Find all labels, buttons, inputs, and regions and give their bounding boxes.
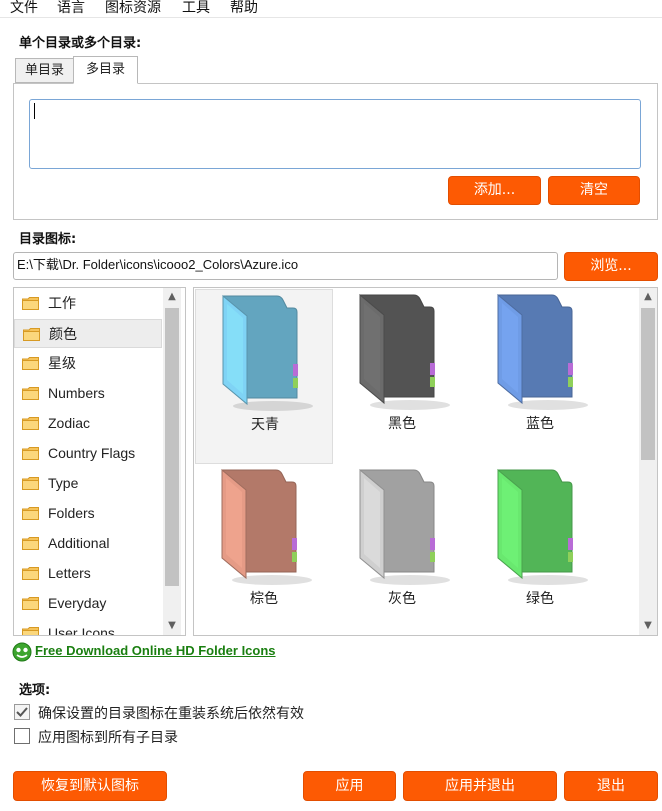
category-item[interactable]: 颜色 bbox=[14, 319, 162, 348]
scroll-down-icon[interactable]: ▼ bbox=[163, 617, 181, 635]
icon-label: 黑色 bbox=[388, 416, 416, 432]
category-label: Type bbox=[48, 475, 79, 491]
add-button[interactable]: 添加... bbox=[448, 176, 541, 205]
category-item[interactable]: Numbers bbox=[14, 379, 162, 408]
folder-icon bbox=[359, 468, 450, 585]
folder-icon bbox=[22, 357, 39, 370]
clear-button[interactable]: 清空 bbox=[548, 176, 640, 205]
folder-icon bbox=[22, 567, 39, 580]
persist-icon-label: 确保设置的目录图标在重装系统后依然有效 bbox=[38, 706, 304, 722]
options-label: 选项: bbox=[19, 683, 51, 698]
checkmark-icon bbox=[16, 707, 28, 717]
category-label: 颜色 bbox=[49, 326, 77, 342]
category-label: Additional bbox=[48, 535, 110, 551]
download-link-row[interactable]: Free Download Online HD Folder Icons bbox=[12, 642, 276, 662]
category-item[interactable]: Zodiac bbox=[14, 409, 162, 438]
directory-section-label: 单个目录或多个目录: bbox=[19, 36, 142, 51]
category-label: Numbers bbox=[48, 385, 105, 401]
category-label: Zodiac bbox=[48, 415, 91, 431]
category-label: Everyday bbox=[48, 595, 107, 611]
folder-icon bbox=[221, 468, 312, 585]
menu-language[interactable]: 语言 bbox=[55, 0, 87, 17]
folder-icon bbox=[22, 537, 39, 550]
category-item[interactable]: Type bbox=[14, 469, 162, 498]
folder-icon bbox=[22, 447, 39, 460]
download-link[interactable]: Free Download Online HD Folder Icons bbox=[35, 643, 276, 658]
category-label: User Icons bbox=[48, 625, 115, 636]
category-list: 工作颜色星级 Numbers Zodiac Country Flags Type Fold… bbox=[13, 287, 186, 636]
directories-textarea[interactable] bbox=[29, 99, 641, 169]
folder-icon bbox=[23, 328, 40, 341]
menu-tools[interactable]: 工具 bbox=[180, 0, 212, 17]
globe-icon bbox=[12, 642, 32, 662]
scroll-up-icon[interactable]: ▲ bbox=[163, 288, 181, 306]
folder-icon bbox=[222, 294, 313, 411]
category-label: Folders bbox=[48, 505, 95, 521]
category-item[interactable]: Additional bbox=[14, 529, 162, 558]
icon-section-label: 目录图标: bbox=[19, 232, 77, 247]
folder-icon bbox=[22, 597, 39, 610]
category-item[interactable]: Everyday bbox=[14, 589, 162, 618]
exit-button[interactable]: 退出 bbox=[564, 771, 658, 801]
apply-subfolders-checkbox[interactable] bbox=[14, 728, 30, 744]
icon-tile[interactable]: 绿色 bbox=[471, 464, 609, 635]
icon-label: 棕色 bbox=[250, 591, 278, 607]
icon-grid-scroll-thumb[interactable] bbox=[641, 308, 655, 460]
apply-button[interactable]: 应用 bbox=[303, 771, 396, 801]
category-label: 工作 bbox=[48, 295, 76, 311]
grid-scroll-down-icon[interactable]: ▼ bbox=[639, 617, 657, 635]
folder-icon bbox=[22, 297, 39, 310]
tab-single-directory[interactable]: 单目录 bbox=[15, 58, 74, 83]
grid-scroll-up-icon[interactable]: ▲ bbox=[639, 288, 657, 306]
icon-tile[interactable]: 蓝色 bbox=[471, 289, 609, 464]
category-label: 星级 bbox=[48, 355, 76, 371]
icon-label: 蓝色 bbox=[526, 416, 554, 432]
icon-path-input[interactable]: E:\下载\Dr. Folder\icons\icooo2_Colors\Azu… bbox=[13, 252, 558, 280]
icon-label: 绿色 bbox=[526, 591, 554, 607]
category-item[interactable]: User Icons bbox=[14, 619, 162, 636]
folder-icon bbox=[359, 293, 450, 410]
restore-default-button[interactable]: 恢复到默认图标 bbox=[13, 771, 167, 801]
icon-grid-scrollbar[interactable]: ▲ ▼ bbox=[639, 288, 657, 635]
icon-tile[interactable]: 棕色 bbox=[195, 464, 333, 635]
menu-file[interactable]: 文件 bbox=[8, 0, 40, 17]
apply-and-exit-button[interactable]: 应用并退出 bbox=[403, 771, 557, 801]
icon-label: 灰色 bbox=[388, 591, 416, 607]
icon-tile[interactable]: 灰色 bbox=[333, 464, 471, 635]
folder-icon bbox=[497, 468, 588, 585]
icon-tile[interactable]: 黑色 bbox=[333, 289, 471, 464]
category-item[interactable]: Country Flags bbox=[14, 439, 162, 468]
category-scrollbar[interactable]: ▲ ▼ bbox=[163, 288, 181, 635]
icon-tile[interactable]: 天青 bbox=[195, 289, 333, 464]
icon-label: 天青 bbox=[251, 417, 279, 433]
menu-help[interactable]: 帮助 bbox=[228, 0, 260, 17]
menu-icon-resources[interactable]: 图标资源 bbox=[103, 0, 163, 17]
category-label: Letters bbox=[48, 565, 91, 581]
persist-icon-checkbox[interactable] bbox=[14, 704, 30, 720]
folder-icon bbox=[22, 477, 39, 490]
category-item[interactable]: Letters bbox=[14, 559, 162, 588]
tab-multiple-directories[interactable]: 多目录 bbox=[73, 56, 138, 84]
category-item[interactable]: 工作 bbox=[14, 289, 162, 318]
apply-subfolders-label: 应用图标到所有子目录 bbox=[38, 730, 178, 746]
menu-bar: 文件 语言 图标资源 工具 帮助 bbox=[0, 0, 662, 18]
category-item[interactable]: Folders bbox=[14, 499, 162, 528]
category-scroll-thumb[interactable] bbox=[165, 308, 179, 586]
text-caret bbox=[34, 103, 35, 119]
folder-icon bbox=[497, 293, 588, 410]
folder-icon bbox=[22, 627, 39, 635]
folder-icon bbox=[22, 387, 39, 400]
category-item[interactable]: 星级 bbox=[14, 349, 162, 378]
folder-icon bbox=[22, 507, 39, 520]
category-label: Country Flags bbox=[48, 445, 136, 461]
browse-button[interactable]: 浏览... bbox=[564, 252, 658, 281]
icon-grid: 天青 黑色 蓝色棕色 灰色 绿色 ▲ ▼ bbox=[193, 287, 658, 636]
folder-icon bbox=[22, 417, 39, 430]
